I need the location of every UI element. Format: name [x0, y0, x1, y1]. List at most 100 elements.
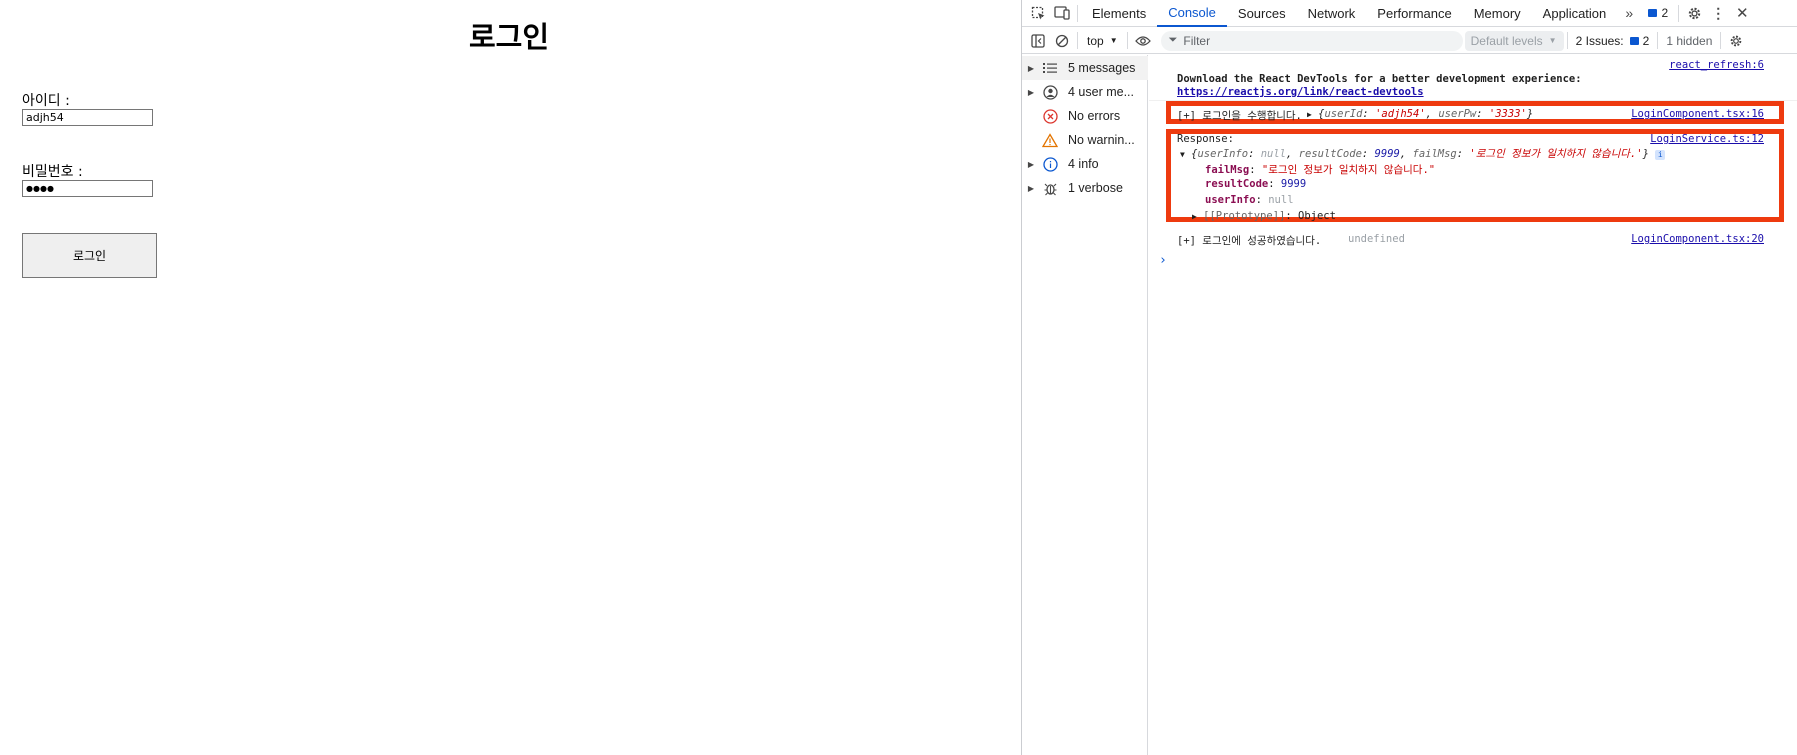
sidebar-toggle-icon[interactable]: [1026, 31, 1050, 51]
bug-icon: [1040, 180, 1060, 196]
tab-memory[interactable]: Memory: [1463, 0, 1532, 27]
context-selector[interactable]: top ▼: [1081, 31, 1124, 51]
sidebar-item-label: 5 messages: [1068, 61, 1136, 75]
console-message: [+] 로그인에 성공하였습니다. undefined LoginCompone…: [1149, 233, 1797, 247]
settings-gear-icon[interactable]: [1682, 3, 1706, 23]
sidebar-item-label: No errors: [1068, 109, 1121, 123]
console-message: [+] 로그인을 수행합니다. ▶ {userId: 'adjh54', use…: [1149, 108, 1797, 122]
object-property: failMsg: "로그인 정보가 일치하지 않습니다.": [1205, 164, 1436, 176]
context-value: top: [1087, 33, 1104, 48]
console-message: react_refresh:6 Download the React DevTo…: [1149, 59, 1797, 101]
prop-key: resultCode: [1298, 148, 1362, 160]
console-prompt-icon[interactable]: ›: [1159, 253, 1167, 268]
id-input[interactable]: adjh54: [22, 109, 153, 126]
prop-value: Object: [1298, 210, 1336, 222]
brace: }: [1526, 108, 1534, 120]
console-message-text: Response:: [1177, 133, 1234, 145]
toolbar-separator: [1077, 32, 1078, 49]
expand-arrow-icon[interactable]: ▶: [1192, 212, 1197, 221]
devtools-tabbar: Elements Console Sources Network Perform…: [1022, 0, 1797, 27]
sidebar-item-messages[interactable]: ▶ 5 messages: [1022, 56, 1148, 80]
sidebar-item-verbose[interactable]: ▶ 1 verbose: [1022, 176, 1148, 200]
issues-badge-count: 2: [1661, 6, 1669, 20]
console-message-text: Download the React DevTools for a better…: [1177, 73, 1582, 85]
page-title: 로그인: [468, 20, 550, 54]
object-summary[interactable]: ▼ {userInfo: null, resultCode: 9999, fai…: [1180, 146, 1666, 161]
filter-input[interactable]: ⏷ Filter: [1160, 30, 1463, 51]
prop-key: userPw: [1438, 108, 1477, 120]
toolbar-separator: [1566, 32, 1568, 49]
issues-counter[interactable]: 2 Issues: 2: [1571, 34, 1655, 48]
clear-console-icon[interactable]: [1050, 31, 1074, 51]
prototype-row[interactable]: ▶ [[Prototype]]: Object: [1192, 210, 1336, 222]
device-toolbar-icon[interactable]: [1050, 3, 1074, 23]
prop-value: null: [1260, 148, 1287, 160]
inspect-element-icon[interactable]: [1026, 3, 1050, 23]
sidebar-item-info[interactable]: ▶ 4 info: [1022, 152, 1148, 176]
prop-value: 9999: [1374, 148, 1400, 160]
prop-key: userId: [1324, 108, 1363, 120]
login-button[interactable]: 로그인: [22, 233, 157, 278]
warning-icon: [1040, 132, 1060, 148]
tab-sources[interactable]: Sources: [1227, 0, 1297, 27]
source-link[interactable]: react_refresh:6: [1669, 59, 1764, 71]
sidebar-item-warnings[interactable]: No warnin...: [1022, 128, 1148, 152]
tab-performance[interactable]: Performance: [1366, 0, 1462, 27]
toolbar-separator: [1126, 32, 1128, 49]
prop-value: 9999: [1280, 178, 1307, 190]
toolbar-separator: [1720, 32, 1722, 49]
prop-value: '3333': [1488, 108, 1527, 120]
collapse-arrow-icon[interactable]: ▼: [1180, 150, 1185, 159]
object-preview[interactable]: ▶ {userId: 'adjh54', userPw: '3333'}: [1307, 108, 1533, 120]
expand-arrow-icon[interactable]: ▶: [1022, 64, 1040, 73]
expand-arrow-icon[interactable]: ▶: [1022, 160, 1040, 169]
prop-key: [[Prototype]]: [1203, 210, 1286, 222]
prop-key: failMsg: [1205, 164, 1250, 176]
object-property: userInfo: null: [1205, 194, 1294, 206]
source-link[interactable]: LoginComponent.tsx:16: [1631, 108, 1764, 120]
close-icon[interactable]: ✕: [1730, 3, 1754, 23]
prop-key: userInfo: [1197, 148, 1249, 160]
console-message-text: [+] 로그인을 수행합니다.: [1177, 110, 1302, 122]
source-link[interactable]: LoginComponent.tsx:20: [1631, 233, 1764, 245]
console-message-text: [+] 로그인에 성공하였습니다.: [1177, 235, 1322, 247]
live-expression-eye-icon[interactable]: [1131, 31, 1155, 51]
tab-separator: [1077, 4, 1078, 22]
more-tabs-icon[interactable]: »: [1617, 3, 1641, 23]
id-label: 아이디 :: [22, 93, 70, 109]
prop-key: userInfo: [1205, 194, 1256, 206]
expand-arrow-icon[interactable]: ▶: [1022, 88, 1040, 97]
prop-key: resultCode: [1205, 178, 1269, 190]
filter-placeholder: Filter: [1183, 33, 1211, 48]
devtools-download-link[interactable]: https://reactjs.org/link/react-devtools: [1177, 86, 1424, 98]
dropdown-arrow-icon: ▼: [1548, 36, 1557, 45]
sidebar-item-label: 4 info: [1068, 157, 1099, 171]
password-input[interactable]: ●●●●: [22, 180, 153, 197]
more-options-icon[interactable]: ⋮: [1706, 3, 1730, 23]
tab-console[interactable]: Console: [1157, 0, 1227, 27]
source-link[interactable]: LoginService.ts:12: [1650, 133, 1764, 145]
filter-funnel-icon: ⏷: [1168, 34, 1178, 46]
issues-label: 2 Issues:: [1575, 33, 1624, 48]
sidebar-item-user-messages[interactable]: ▶ 4 user me...: [1022, 80, 1148, 104]
tab-application[interactable]: Application: [1532, 0, 1618, 27]
expand-arrow-icon[interactable]: ▶: [1307, 110, 1312, 119]
sidebar-item-errors[interactable]: No errors: [1022, 104, 1148, 128]
hidden-count: 1 hidden: [1666, 33, 1713, 48]
prop-key: failMsg: [1412, 148, 1457, 160]
user-icon: [1040, 84, 1060, 100]
object-property: resultCode: 9999: [1205, 178, 1307, 190]
sidebar-item-label: 1 verbose: [1068, 181, 1123, 195]
tab-network[interactable]: Network: [1297, 0, 1367, 27]
console-settings-gear-icon[interactable]: [1724, 31, 1748, 51]
log-levels-dropdown[interactable]: Default levels ▼: [1464, 30, 1564, 51]
tab-elements[interactable]: Elements: [1081, 0, 1157, 27]
dropdown-arrow-icon: ▼: [1109, 36, 1118, 45]
tab-separator: [1678, 4, 1680, 22]
prop-value: null: [1268, 194, 1294, 206]
issues-badge[interactable]: 2: [1641, 3, 1675, 23]
sidebar-item-label: 4 user me...: [1068, 85, 1134, 99]
console-sidebar: ▶ 5 messages ▶ 4 user me... No errors No…: [1022, 55, 1148, 755]
expand-arrow-icon[interactable]: ▶: [1022, 184, 1040, 193]
console-toolbar: top ▼ ⏷ Filter Default levels ▼ 2 Issues…: [1022, 28, 1797, 54]
